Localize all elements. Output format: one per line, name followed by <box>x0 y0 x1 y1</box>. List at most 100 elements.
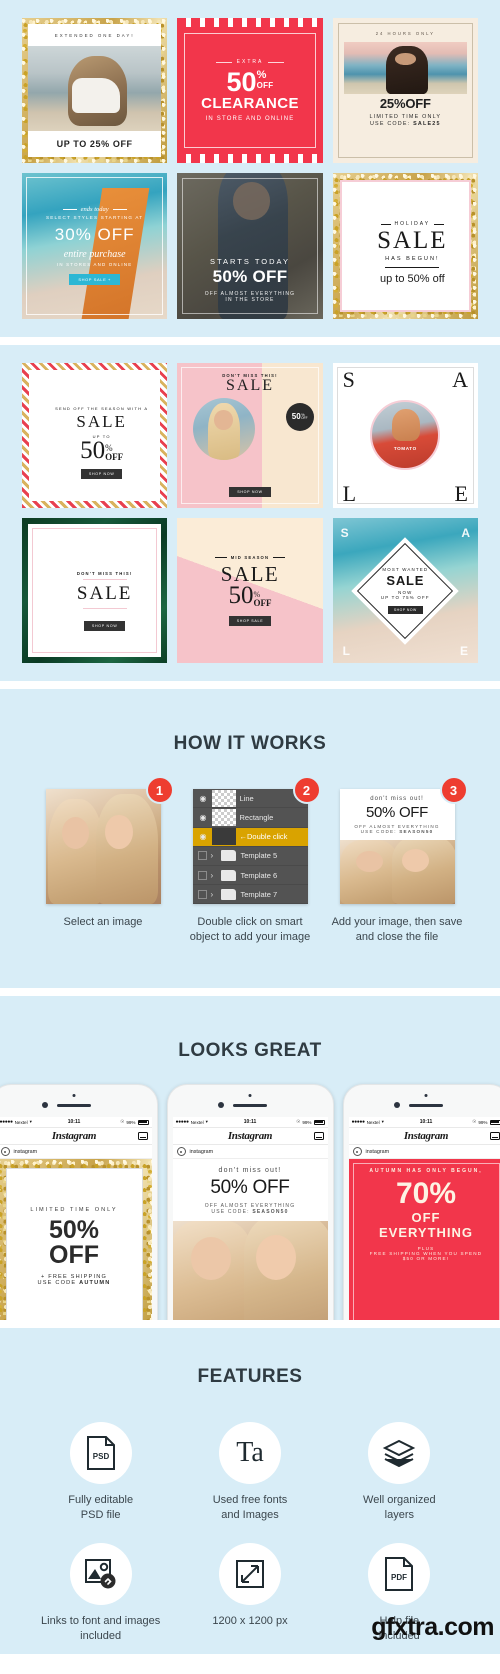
instagram-header: Instagram <box>173 1128 328 1145</box>
phone-mockup-3[interactable]: ●●●●● Nextel ▾ 10:11 ☉ 99% Instagram <box>343 1084 500 1320</box>
g2c1-pct: 50 <box>80 440 105 463</box>
post-author[interactable]: instagram <box>0 1145 152 1159</box>
signal-dots-icon: ●●●●● <box>352 1119 365 1125</box>
template-card-palm-dont-miss[interactable]: DON'T MISS THIS! SALE SHOP NOW <box>22 518 167 663</box>
battery-icon <box>314 1120 325 1125</box>
chevron-right-icon[interactable]: › <box>211 890 221 899</box>
how-step-1: 1 Select an image <box>38 789 169 945</box>
template-card-dont-miss-this-circle[interactable]: DON'T MISS THIS! SALE 50 % OFF SHOP NOW <box>177 363 322 508</box>
how-step-3-badge: 3 <box>440 776 468 804</box>
wifi-icon: ▾ <box>206 1119 208 1125</box>
how-step-3: don't miss out! 50% OFF OFF ALMOST EVERY… <box>332 789 463 945</box>
feature-label-fonts: Used free fonts and Images <box>213 1493 288 1523</box>
feature-item-fonts: Ta Used free fonts and Images <box>175 1422 324 1523</box>
inbox-icon[interactable] <box>314 1132 324 1140</box>
folder-row[interactable]: › Template 7 <box>193 885 308 904</box>
g2c5-eyebrow: MID SEASON <box>231 555 270 560</box>
card3-code: SALE25 <box>413 121 441 127</box>
g2c5-shop-button[interactable]: SHOP SALE <box>229 616 272 626</box>
battery-percent: 99% <box>478 1120 487 1125</box>
how-step-3-caption: Add your image, then save and close the … <box>332 915 463 945</box>
how-it-works-title: HOW IT WORKS <box>0 689 500 755</box>
inbox-icon[interactable] <box>138 1132 148 1140</box>
speaker-grille <box>233 1104 267 1107</box>
post1-code: AUTUMN <box>79 1280 110 1286</box>
layer-thumbnail <box>212 790 236 807</box>
folder-icon <box>221 889 236 900</box>
post1-eyebrow: LIMITED TIME ONLY <box>30 1207 117 1213</box>
features-section: FEATURES PSD Fully editable PSD file Ta … <box>0 1328 500 1654</box>
username: instagram <box>366 1149 390 1155</box>
phone-mockup-2[interactable]: ●●●●● Nextel ▾ 10:11 ☉ 99% Instagram <box>167 1084 334 1320</box>
post-author[interactable]: instagram <box>349 1145 500 1159</box>
battery-icon <box>138 1120 149 1125</box>
layer-row-smart-object[interactable]: ◉ ←Double click <box>193 828 308 847</box>
template-card-extra-clearance[interactable]: EXTRA 50 % OFF CLEARANCE IN STORE AND ON… <box>177 18 322 163</box>
instagram-header: Instagram <box>0 1128 152 1145</box>
layer-label: Rectangle <box>240 813 274 822</box>
eye-icon[interactable]: ◉ <box>195 813 212 822</box>
chevron-right-icon[interactable]: › <box>211 871 221 880</box>
g2c1-off: OFF <box>105 453 123 462</box>
camera-icon <box>425 1094 428 1097</box>
inbox-icon[interactable] <box>490 1132 500 1140</box>
card1-bottom-text: UP TO 25% OFF <box>57 139 133 149</box>
post3-eyebrow: AUTUMN HAS ONLY BEGUN, <box>369 1168 482 1174</box>
template-card-24-hours-only[interactable]: 24 HOURS ONLY 25%OFF LIMITED TIME ONLY U… <box>333 18 478 163</box>
card6-script: up to 50% off <box>380 273 445 285</box>
status-time: 10:11 <box>244 1119 257 1125</box>
eye-icon[interactable]: ◉ <box>195 832 212 841</box>
template-card-extended-one-day[interactable]: EXTENDED ONE DAY! UP TO 25% OFF <box>22 18 167 163</box>
username: instagram <box>190 1149 214 1155</box>
how-step-2-image[interactable]: ◉ Line ◉ Rectangle ◉ ←Double click <box>193 789 308 904</box>
visibility-checkbox[interactable] <box>198 871 207 880</box>
layer-row[interactable]: ◉ Rectangle <box>193 808 308 827</box>
card3-eyebrow: 24 HOURS ONLY <box>376 31 435 36</box>
svg-text:PSD: PSD <box>92 1452 109 1461</box>
wifi-icon: ▾ <box>30 1119 32 1125</box>
instagram-logo: Instagram <box>52 1130 96 1142</box>
section-divider-1 <box>0 337 500 345</box>
phone-mockups: ●●●●● Nextel ▾ 10:11 ☉ 99% Instagram <box>0 1062 500 1320</box>
feature-label-psd: Fully editable PSD file <box>68 1493 133 1523</box>
layer-row[interactable]: ◉ Line <box>193 789 308 808</box>
chevron-right-icon[interactable]: › <box>211 851 221 860</box>
visibility-checkbox[interactable] <box>198 851 207 860</box>
post1-big2: OFF <box>49 1243 99 1268</box>
template-card-holiday-sale[interactable]: HOLIDAY SALE HAS BEGUN! up to 50% off <box>333 173 478 318</box>
step3-line2: USE CODE: <box>361 829 397 834</box>
card1-top-text: EXTENDED ONE DAY! <box>55 33 135 38</box>
wifi-icon: ▾ <box>382 1119 384 1125</box>
visibility-checkbox[interactable] <box>198 890 207 899</box>
post1-big1: 50% <box>49 1218 99 1243</box>
g2c4-shop-button[interactable]: SHOP NOW <box>84 621 126 631</box>
folder-row[interactable]: › Template 5 <box>193 847 308 866</box>
g2c1-shop-button[interactable]: SHOP NOW <box>81 469 123 479</box>
how-step-1-caption: Select an image <box>64 915 143 930</box>
g2c6-shop-button[interactable]: SHOP NOW <box>388 606 423 614</box>
step3-big: 50% OFF <box>344 804 451 821</box>
how-step-3-image[interactable]: don't miss out! 50% OFF OFF ALMOST EVERY… <box>340 789 455 904</box>
template-card-most-wanted-diamond[interactable]: S A L E MOST WANTED SALE NOW UP TO 75% O… <box>333 518 478 663</box>
g2c2-shop-button[interactable]: SHOP NOW <box>229 487 271 497</box>
phone-mockup-1[interactable]: ●●●●● Nextel ▾ 10:11 ☉ 99% Instagram <box>0 1084 158 1320</box>
g2c3-shirt-text: TOMATO <box>394 446 417 451</box>
g2c4-big: SALE <box>77 583 133 605</box>
how-step-1-image[interactable]: 1 <box>46 789 161 904</box>
eye-icon[interactable]: ◉ <box>195 794 212 803</box>
template-card-sale-letters[interactable]: S A L E TOMATO <box>333 363 478 508</box>
template-card-mid-season-50[interactable]: MID SEASON SALE 50 % OFF SHOP SALE <box>177 518 322 663</box>
image-link-icon <box>70 1543 132 1605</box>
section-divider-4 <box>0 1320 500 1328</box>
post-image-2: don't miss out! 50% OFF OFF ALMOST EVERY… <box>173 1159 328 1320</box>
post3-big1: 70% <box>396 1179 456 1209</box>
folder-row[interactable]: › Template 6 <box>193 866 308 885</box>
post-author[interactable]: instagram <box>173 1145 328 1159</box>
template-card-ends-today-30[interactable]: ends today SELECT STYLES STARTING AT 30%… <box>22 173 167 318</box>
template-card-starts-today-50[interactable]: STARTS TODAY 50% OFF OFF ALMOST EVERYTHI… <box>177 173 322 318</box>
card4-shop-button[interactable]: SHOP SALE + <box>69 274 120 285</box>
site-watermark: gfxtra.com <box>371 1613 494 1642</box>
template-card-send-off-season[interactable]: SEND OFF THE SEASON WITH A SALE UP TO 50… <box>22 363 167 508</box>
templates-grid-2: SEND OFF THE SEASON WITH A SALE UP TO 50… <box>0 345 500 682</box>
how-step-2-badge: 2 <box>293 776 321 804</box>
